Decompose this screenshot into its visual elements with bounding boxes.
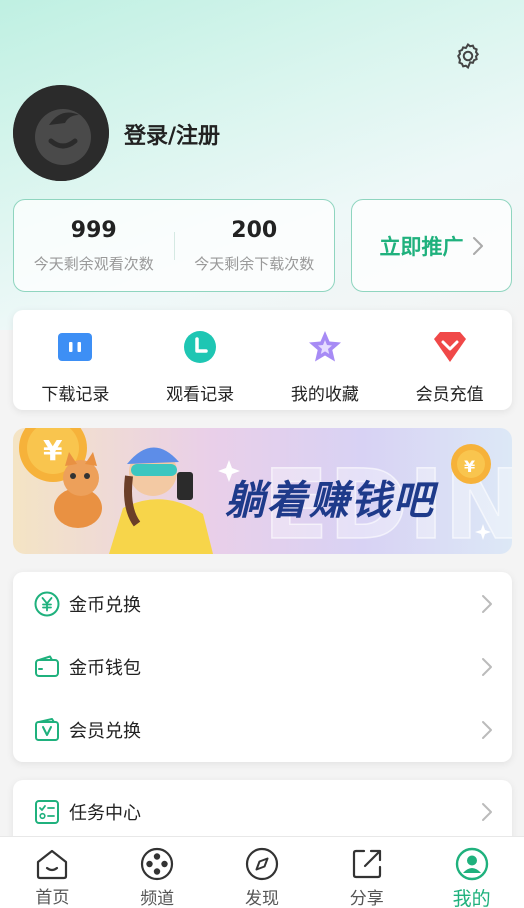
menu-item-coin-exchange[interactable]: 金币兑换 <box>13 572 512 635</box>
film-reel-icon <box>139 847 175 881</box>
menu-item-coin-wallet[interactable]: 金币钱包 <box>13 635 512 698</box>
menu-label: 金币钱包 <box>69 657 141 679</box>
quick-actions-card: 下载记录 观看记录 我的收藏 会员充值 <box>13 310 512 410</box>
chevron-right-icon <box>472 236 483 255</box>
banner-slogan: 躺着赚钱吧 <box>225 478 435 524</box>
tab-label: 首页 <box>35 888 70 908</box>
quick-vip-recharge[interactable]: 会员充值 <box>387 310 512 410</box>
menu-item-vip-exchange[interactable]: 会员兑换 <box>13 698 512 761</box>
chevron-right-icon <box>482 720 492 739</box>
star-icon <box>306 328 344 366</box>
tab-label: 频道 <box>140 889 175 908</box>
quick-label: 会员充值 <box>415 385 484 405</box>
chevron-right-icon <box>482 657 492 676</box>
tab-channel[interactable]: 频道 <box>105 837 210 908</box>
tab-label: 我的 <box>452 888 491 908</box>
default-avatar-icon <box>13 85 109 181</box>
svg-text:¥: ¥ <box>464 457 475 476</box>
bottom-tab-bar: 首页 频道 发现 分享 我的 <box>0 836 524 908</box>
menu-card-primary: 金币兑换 金币钱包 会员兑换 <box>13 572 512 762</box>
profile-icon <box>454 847 490 881</box>
stat-value: 999 <box>70 217 117 243</box>
tab-label: 分享 <box>349 889 384 908</box>
menu-label: 金币兑换 <box>69 594 141 616</box>
promo-banner[interactable]: EDINT ¥ ¥ 躺着赚钱吧 <box>13 428 512 554</box>
yen-coin-icon <box>33 590 61 618</box>
home-icon <box>34 847 70 880</box>
menu-label: 任务中心 <box>69 802 141 824</box>
chevron-right-icon <box>482 802 492 821</box>
tab-label: 发现 <box>244 889 279 908</box>
tab-mine[interactable]: 我的 <box>419 837 524 908</box>
settings-button[interactable] <box>448 36 488 76</box>
stat-value: 200 <box>231 217 278 243</box>
stat-label: 今天剩余观看次数 <box>33 254 154 273</box>
avatar[interactable] <box>13 85 109 181</box>
tab-discover[interactable]: 发现 <box>210 837 315 908</box>
stat-download-remaining: 200 今天剩余下载次数 <box>175 218 335 274</box>
tab-share[interactable]: 分享 <box>314 837 419 908</box>
promote-now-button[interactable]: 立即推广 <box>351 199 512 292</box>
quick-watch-record[interactable]: 观看记录 <box>138 310 263 410</box>
promote-label: 立即推广 <box>379 234 464 259</box>
task-list-icon <box>33 798 61 826</box>
heart-gem-icon <box>431 328 469 366</box>
svg-text:¥: ¥ <box>43 434 63 467</box>
quick-download-record[interactable]: 下载记录 <box>13 310 138 410</box>
quick-label: 观看记录 <box>166 385 235 405</box>
compass-icon <box>244 847 280 881</box>
tab-home[interactable]: 首页 <box>0 837 105 908</box>
quick-label: 我的收藏 <box>290 385 359 405</box>
download-record-icon <box>56 328 94 366</box>
usage-stats-card: 999 今天剩余观看次数 200 今天剩余下载次数 <box>13 199 335 292</box>
quick-label: 下载记录 <box>41 385 110 405</box>
menu-label: 会员兑换 <box>69 720 141 742</box>
login-register-link[interactable]: 登录/注册 <box>124 118 220 150</box>
gear-icon <box>457 42 480 70</box>
stat-watch-remaining: 999 今天剩余观看次数 <box>14 218 174 274</box>
vip-card-icon <box>33 716 61 744</box>
share-icon <box>349 847 385 881</box>
quick-my-favorites[interactable]: 我的收藏 <box>263 310 388 410</box>
clock-icon <box>181 328 219 366</box>
stat-label: 今天剩余下载次数 <box>194 254 315 273</box>
chevron-right-icon <box>482 594 492 613</box>
wallet-icon <box>33 653 61 681</box>
menu-item-task-center[interactable]: 任务中心 <box>13 780 512 843</box>
